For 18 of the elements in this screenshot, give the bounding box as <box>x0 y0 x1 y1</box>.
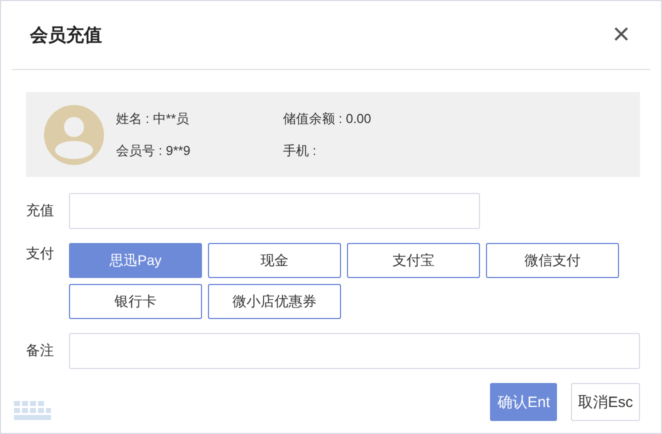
note-input-field[interactable] <box>68 333 640 369</box>
field-label: 支付 <box>26 245 55 263</box>
member-field: 会员号 : 9**9 <box>116 142 283 160</box>
payment-option[interactable]: 银行卡 <box>69 284 202 319</box>
member-field: 手机 : <box>283 142 423 160</box>
dialog-title: 会员充值 <box>30 24 102 47</box>
cancel-button[interactable]: 取消Esc <box>570 383 640 421</box>
recharge-input-field[interactable] <box>69 193 480 229</box>
payment-option[interactable]: 微信支付 <box>486 243 619 278</box>
avatar-icon <box>44 104 104 164</box>
payment-option[interactable]: 支付宝 <box>347 243 480 278</box>
field-label: 充值 <box>26 202 55 220</box>
member-field: 姓名 : 中**员 <box>116 110 283 128</box>
close-button[interactable]: × <box>612 20 630 50</box>
payment-option[interactable]: 微小店优惠券 <box>208 284 341 319</box>
payment-option[interactable]: 现金 <box>208 243 341 278</box>
field-label: 备注 <box>26 342 55 360</box>
member-field: 储值余额 : 0.00 <box>283 110 423 128</box>
